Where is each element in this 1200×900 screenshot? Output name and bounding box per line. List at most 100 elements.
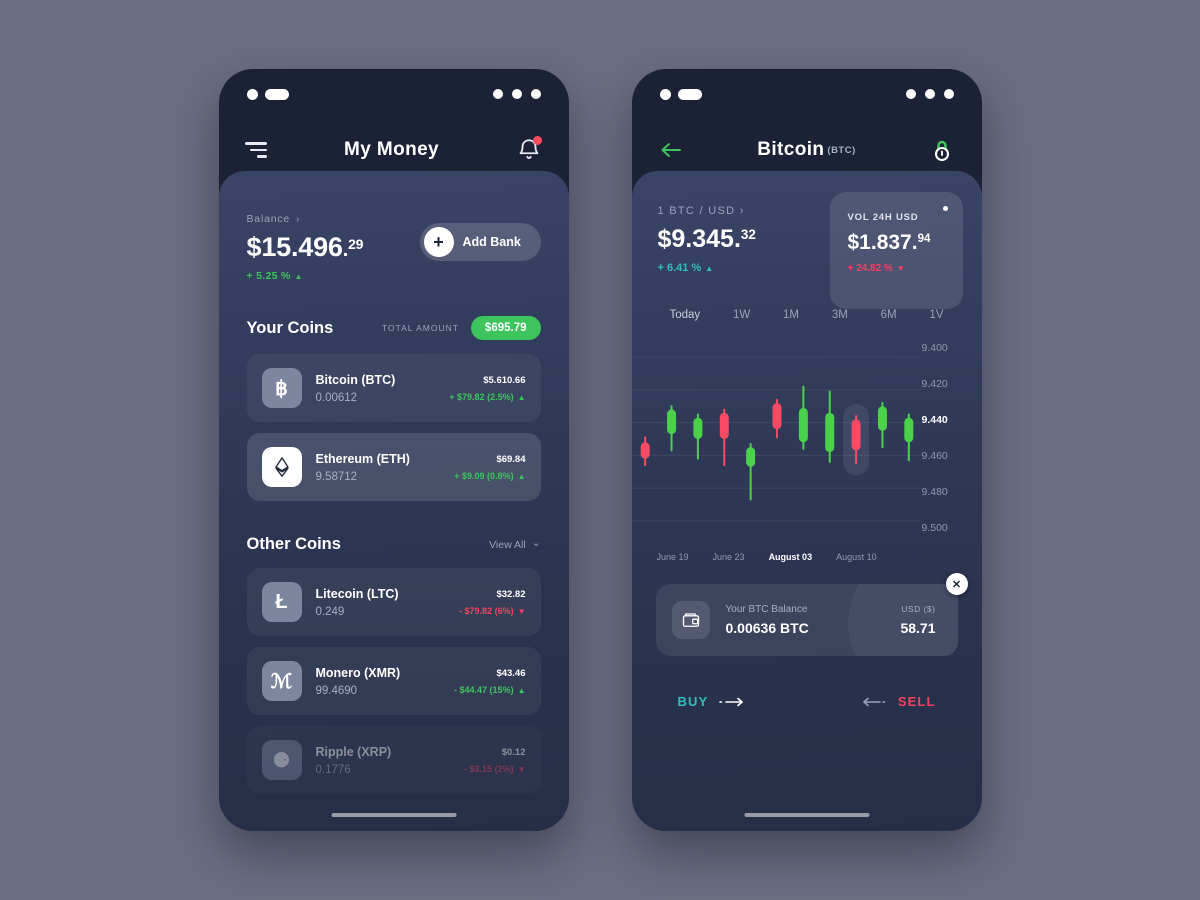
ethereum-icon: [261, 447, 302, 487]
padlock-glyph: [935, 140, 950, 162]
coin-quantity: 9.58712: [315, 470, 358, 483]
buy-button[interactable]: BUY: [678, 694, 749, 709]
status-dot-icon: [511, 89, 522, 99]
page-title-text: Bitcoin: [757, 139, 825, 160]
price-main-value: $9.345: [657, 225, 734, 253]
coin-info: Monero (XMR) 99.4690: [316, 666, 441, 697]
btc-balance-value: 0.00636 BTC: [725, 620, 809, 636]
x-axis-tick: June 19: [656, 552, 689, 562]
coin-change: - $44.47 (15%): [454, 685, 525, 695]
tab-today[interactable]: Today: [670, 309, 701, 321]
volume-card[interactable]: VOL 24H USD $1.837.94 + 24.82 %: [829, 192, 963, 309]
tab-3m[interactable]: 3M: [832, 309, 848, 321]
status-pill-icon: [264, 88, 289, 100]
coin-price: $32.82: [496, 588, 526, 600]
coin-quantity: 0.249: [315, 605, 345, 618]
list-item[interactable]: Ethereum (ETH) 9.58712 $69.84 + $9.09 (0…: [246, 433, 541, 501]
view-all-button[interactable]: View All: [489, 539, 540, 551]
list-item[interactable]: ฿ Bitcoin (BTC) 0.00612 $5.610.66 + $79.…: [246, 354, 541, 422]
arrow-right-icon: [719, 697, 744, 706]
your-coins-header: Your Coins TOTAL AMOUNT $695.79: [219, 316, 569, 340]
x-axis-tick: August 10: [836, 552, 877, 562]
coin-price: $0.12: [501, 746, 526, 758]
status-dot-icon: [924, 89, 935, 99]
y-axis-tick: 9.500: [921, 522, 948, 534]
balance-amount-cents: 29: [348, 236, 364, 252]
coin-name: Monero (XMR): [315, 665, 401, 680]
coin-name: Litecoin (LTC): [315, 586, 399, 601]
btc-usd-info: USD ($) 58.71: [900, 604, 941, 636]
bitcoin-glyph: ฿: [275, 377, 288, 400]
y-axis-tick: 9.420: [921, 378, 948, 390]
tab-1m[interactable]: 1M: [783, 309, 799, 321]
status-bar-right-indicator: [905, 89, 954, 99]
back-arrow-icon[interactable]: [658, 139, 684, 161]
coin-values: $43.46 - $44.47 (15%): [454, 668, 525, 695]
coin-name: Bitcoin (BTC): [315, 372, 396, 387]
price-cents: 32: [740, 227, 756, 242]
padlock-icon[interactable]: [929, 136, 955, 164]
coin-values: $69.84 + $9.09 (0.8%): [454, 454, 525, 481]
add-bank-button[interactable]: + Add Bank: [419, 223, 541, 261]
phone-my-money: My Money Balance › $15.496.29 + 5.25 % ▲…: [218, 69, 569, 831]
monero-icon: ℳ: [261, 661, 302, 701]
tab-6m[interactable]: 6M: [881, 309, 897, 321]
coin-change: + $79.82 (2.5%): [449, 392, 525, 402]
ethereum-glyph: [274, 457, 289, 477]
tab-1w[interactable]: 1W: [733, 309, 750, 321]
coin-values: $5.610.66 + $79.82 (2.5%): [449, 375, 525, 402]
coin-quantity: 0.1776: [315, 763, 351, 776]
balance-amount-main: $15.496: [246, 232, 343, 262]
trade-actions: BUY SELL: [632, 694, 982, 709]
coin-info: Litecoin (LTC) 0.249: [316, 587, 446, 618]
list-item[interactable]: ℳ Monero (XMR) 99.4690 $43.46 - $44.47 (…: [246, 647, 541, 715]
coin-change: - $79.82 (6%): [459, 606, 525, 616]
coin-info: Ethereum (ETH) 9.58712: [316, 452, 441, 483]
page-title: My Money: [343, 139, 440, 160]
coin-info: Bitcoin (BTC) 0.00612: [316, 373, 436, 404]
status-dot-icon: [943, 89, 954, 99]
quote-section: 1 BTC / USD › $9.345.32 + 6.41 % VOL 24H…: [632, 171, 982, 309]
coin-info: Ripple (XRP) 0.1776: [316, 745, 451, 776]
status-pill-icon: [677, 88, 702, 100]
list-item[interactable]: Ł Litecoin (LTC) 0.249 $32.82 - $79.82 (…: [246, 568, 541, 636]
tab-1v[interactable]: 1V: [929, 309, 943, 321]
coin-values: $0.12 - $3.15 (2%): [464, 747, 525, 774]
coin-price: $69.84: [496, 453, 526, 465]
page-title-ticker: (BTC): [827, 145, 856, 156]
screenshot-stage: My Money Balance › $15.496.29 + 5.25 % ▲…: [0, 0, 1200, 900]
page-title: Bitcoin (BTC): [757, 139, 856, 161]
wallet-glyph: [682, 613, 699, 627]
close-icon[interactable]: ✕: [945, 573, 968, 595]
your-coins-list: ฿ Bitcoin (BTC) 0.00612 $5.610.66 + $79.…: [219, 354, 569, 501]
price-chart[interactable]: 9.400 9.420 9.440 9.460 9.480 9.500: [631, 339, 982, 544]
y-axis-tick: 9.400: [921, 342, 948, 354]
status-dot-icon: [492, 89, 503, 99]
home-indicator[interactable]: [744, 812, 869, 817]
volume-main-value: $1.837: [847, 231, 912, 254]
volume-label: VOL 24H USD: [847, 212, 919, 223]
total-amount-badge[interactable]: $695.79: [470, 316, 541, 340]
home-indicator[interactable]: [331, 812, 456, 817]
candlestick-canvas[interactable]: [631, 339, 922, 544]
notification-bell-icon[interactable]: [516, 136, 543, 163]
hamburger-menu-icon[interactable]: [244, 142, 267, 158]
btc-usd-caption: USD ($): [901, 604, 936, 614]
total-amount-label: TOTAL AMOUNT: [381, 323, 459, 333]
other-coins-header: Other Coins View All: [219, 535, 569, 554]
monero-glyph: ℳ: [270, 670, 293, 693]
plus-icon: +: [423, 227, 454, 257]
status-dot-icon: [659, 88, 671, 100]
litecoin-icon: Ł: [261, 582, 302, 622]
sell-button[interactable]: SELL: [858, 694, 936, 709]
price-separator: .: [733, 225, 741, 253]
btc-usd-value: 58.71: [900, 620, 936, 636]
coin-quantity: 99.4690: [315, 684, 358, 697]
btc-balance-card[interactable]: Your BTC Balance 0.00636 BTC USD ($) 58.…: [655, 584, 958, 656]
status-bar-right-indicator: [492, 89, 541, 99]
list-item[interactable]: ⚈ Ripple (XRP) 0.1776 $0.12 - $3.15 (2%): [247, 726, 541, 794]
y-axis-tick: 9.480: [921, 486, 948, 498]
chart-y-axis: 9.400 9.420 9.440 9.460 9.480 9.500: [922, 339, 982, 544]
chart-x-axis: June 19 June 23 August 03 August 10: [632, 552, 982, 562]
other-coins-title: Other Coins: [246, 535, 341, 553]
